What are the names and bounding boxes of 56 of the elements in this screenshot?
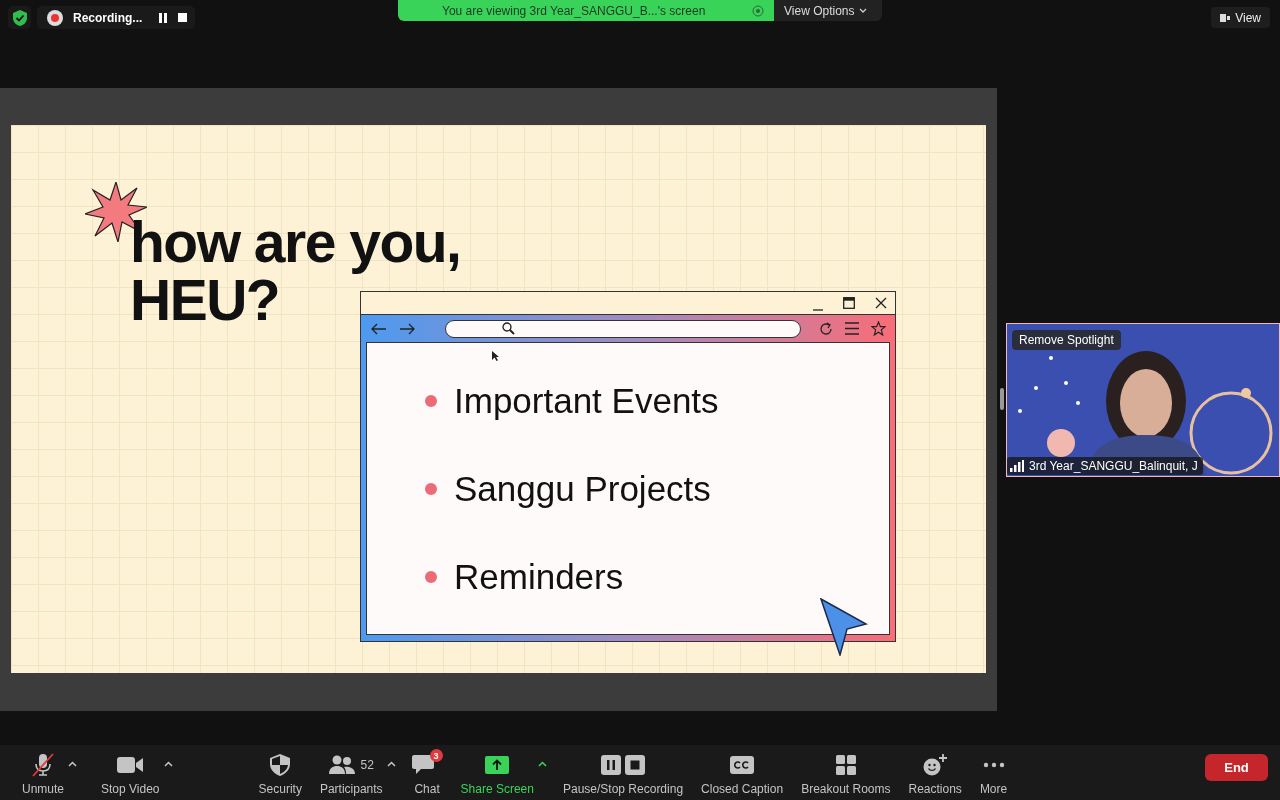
toolbar-button[interactable]: Share Screen <box>458 748 536 796</box>
slide-title: HEU? <box>130 271 280 329</box>
stop-icon[interactable] <box>178 13 188 22</box>
view-button[interactable]: View <box>1211 7 1270 28</box>
toolbar-button[interactable]: Closed Caption <box>699 748 786 796</box>
toolbar-button[interactable]: Pause/Stop Recording <box>561 748 686 796</box>
bullet-text: Important Events <box>454 380 719 421</box>
closed-caption-icon <box>730 753 755 777</box>
caret-icon[interactable] <box>68 761 78 767</box>
cursor-arrow-icon <box>820 598 868 656</box>
recording-label: Recording... <box>73 10 143 25</box>
bullet-dot-icon <box>425 394 437 407</box>
view-options-button[interactable]: View Options <box>774 0 882 21</box>
participant-name: 3rd Year_SANGGU_Balinquit, J <box>1029 459 1198 473</box>
caret-icon[interactable] <box>538 761 547 767</box>
toolbar-button[interactable]: 52 Participants <box>317 748 385 796</box>
caret-icon[interactable] <box>163 761 173 767</box>
bullet-text: Sanggu Projects <box>454 468 711 509</box>
end-button[interactable]: End <box>1205 754 1268 781</box>
more-icon <box>982 762 1005 768</box>
toolbar-button[interactable]: Reactions <box>906 748 964 796</box>
resize-handle[interactable] <box>1000 388 1004 410</box>
view-layout-icon <box>1220 12 1231 23</box>
grid-icon <box>835 753 856 777</box>
toolbar-button[interactable]: Unmute <box>20 748 67 796</box>
refresh-icon <box>819 321 833 336</box>
bullet-dot-icon <box>425 482 437 495</box>
minimize-icon <box>813 309 823 311</box>
toolbar-button[interactable]: 3 Chat <box>409 748 445 796</box>
status-circle-icon <box>752 4 764 17</box>
security-shield-icon[interactable] <box>8 6 31 29</box>
maximize-icon <box>843 297 855 309</box>
microphone-icon <box>30 753 56 777</box>
signal-bars-icon <box>1010 460 1024 472</box>
menu-icon <box>845 322 859 335</box>
star-icon <box>871 321 886 336</box>
participant-count: 52 <box>360 758 374 772</box>
close-icon <box>875 297 887 309</box>
toolbar-button[interactable]: Stop Video <box>99 748 162 796</box>
bullet-text: Reminders <box>454 556 624 597</box>
toolbar-button[interactable]: Security <box>256 748 304 796</box>
forward-arrow-icon <box>399 322 415 335</box>
banner-text: You are viewing 3rd Year_SANGGU_B...'s screen <box>442 3 706 18</box>
remove-spotlight-button[interactable]: Remove Spotlight <box>1012 330 1121 350</box>
back-arrow-icon <box>371 322 387 335</box>
caret-icon[interactable] <box>386 761 396 767</box>
caret-icon <box>859 7 868 14</box>
shield-icon <box>270 753 291 777</box>
record-icon <box>47 9 63 26</box>
toolbar-button[interactable]: More <box>977 748 1010 796</box>
toolbar-button[interactable]: Breakout Rooms <box>799 748 893 796</box>
pause-stop-icon <box>601 753 645 777</box>
smiley-plus-icon <box>923 753 948 777</box>
pause-icon[interactable] <box>158 12 169 23</box>
bullet-dot-icon <box>425 570 437 583</box>
mouse-pointer-icon <box>492 351 499 361</box>
